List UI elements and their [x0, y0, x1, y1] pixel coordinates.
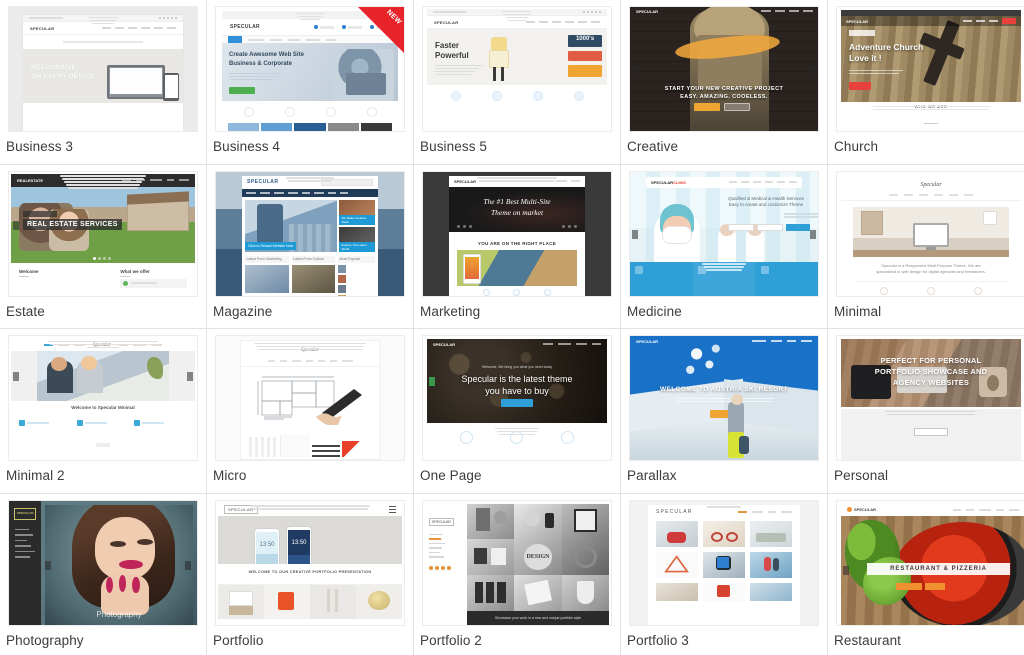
theme-thumbnail[interactable]: Specular Welcome to Specular Minimal: [8, 335, 198, 461]
theme-preview-image: SPECULAR Welcome. We bring you what you n…: [423, 336, 611, 460]
theme-title[interactable]: Business 3: [0, 132, 206, 155]
theme-thumbnail[interactable]: SPECULAR: [629, 499, 819, 626]
theme-title[interactable]: Photography: [0, 626, 206, 649]
theme-card[interactable]: REALESTATE REAL ESTATE SERVICES Welcome Wha…: [0, 164, 207, 329]
theme-preview-image: Specular Welcome to Specular Minimal: [9, 336, 197, 460]
theme-card[interactable]: START YOUR NEW CREATIVE PROJECT EASY. AMA…: [621, 0, 828, 165]
theme-card[interactable]: Specular Specular is a Responsive Multi-P…: [828, 164, 1024, 329]
theme-title[interactable]: Portfolio 3: [621, 626, 827, 649]
theme-preview-image: SPECULAR RESPONSIVE ON EVERY DEVICE: [9, 7, 197, 131]
theme-preview-image: SPECULAR WELCOME TO AUSTRIA SKI RESORT: [630, 336, 818, 460]
theme-title[interactable]: Marketing: [414, 297, 620, 320]
theme-thumbnail[interactable]: SPECULAR Faster Powerful 1000's: [422, 6, 612, 132]
theme-card[interactable]: SPECULAR RESPONSIVE ON EVERY DEVICE Busines…: [0, 0, 207, 165]
theme-preview-image: SPECULAR: [630, 500, 818, 625]
theme-thumbnail[interactable]: SPECULARAdventure ChurchLove it !WHO WE …: [836, 6, 1024, 132]
theme-thumbnail[interactable]: PERFECT FOR PERSONAL PORTFOLIO SHOWCASE A…: [836, 335, 1024, 461]
theme-preview-image: Specular Specular is a Responsive Multi-P…: [837, 171, 1024, 296]
theme-title[interactable]: Minimal 2: [0, 461, 206, 484]
theme-title[interactable]: Estate: [0, 297, 206, 320]
theme-card[interactable]: PERFECT FOR PERSONAL PORTFOLIO SHOWCASE A…: [828, 329, 1024, 494]
theme-card[interactable]: Specular Micro: [207, 329, 414, 494]
theme-thumbnail[interactable]: SPECULAR Create Awesome Web Site Business …: [215, 6, 405, 132]
theme-title[interactable]: Micro: [207, 461, 413, 484]
theme-card[interactable]: Specular Welcome to Specular Minimal Minim…: [0, 329, 207, 494]
theme-card[interactable]: SPECULAR Click to Reload Website Now We Ma…: [207, 164, 414, 329]
theme-title[interactable]: Church: [828, 132, 1024, 155]
theme-card[interactable]: SPECULAR The #1 Best Multi-Site Theme on m…: [414, 164, 621, 329]
theme-thumbnail[interactable]: REALESTATE REAL ESTATE SERVICES Welcome Wha…: [8, 170, 198, 297]
theme-preview-image: SPECULAR Create Awesome Web Site Business …: [216, 7, 404, 131]
theme-title[interactable]: Parallax: [621, 461, 827, 484]
theme-preview-image: SPECULAR Photography: [9, 500, 197, 625]
theme-title[interactable]: Magazine: [207, 297, 413, 320]
theme-thumbnail[interactable]: START YOUR NEW CREATIVE PROJECT EASY. AMA…: [629, 6, 819, 132]
theme-preview-image: SPECULARCLINIC Qualified & Medical & Heal…: [630, 171, 818, 296]
theme-title[interactable]: Business 4: [207, 132, 413, 155]
theme-preview-image: SPECULAR Faster Powerful 1000's: [423, 7, 611, 131]
theme-card[interactable]: SPECULARAdventure ChurchLove it !WHO WE …: [828, 0, 1024, 165]
theme-preview-image: REALESTATE REAL ESTATE SERVICES Welcome Wha…: [9, 171, 197, 296]
theme-card[interactable]: SPECULAR 13:50 13:50 WELCOME TO OUR CREATIV…: [207, 493, 414, 655]
theme-title[interactable]: Minimal: [828, 297, 1024, 320]
theme-thumbnail[interactable]: Specular Specular is a Responsive Multi-P…: [836, 170, 1024, 297]
theme-thumbnail[interactable]: SPECULAR The #1 Best Multi-Site Theme on m…: [422, 170, 612, 297]
theme-card[interactable]: SPECULAR DESIGN Showcase your work in a ne…: [414, 493, 621, 655]
theme-preview-image: SPECULAR The #1 Best Multi-Site Theme on m…: [423, 171, 611, 296]
theme-title[interactable]: Personal: [828, 461, 1024, 484]
theme-card[interactable]: SPECULAR Portfolio 3: [621, 493, 828, 655]
theme-preview-image: SPECULARAdventure ChurchLove it !WHO WE …: [837, 7, 1024, 131]
theme-title[interactable]: Restaurant: [828, 626, 1024, 649]
theme-card[interactable]: SPECULAR Photography Photography: [0, 493, 207, 655]
theme-card[interactable]: SPECULAR Faster Powerful 1000's Business 5: [414, 0, 621, 165]
theme-card[interactable]: SPECULARCLINIC Qualified & Medical & Heal…: [621, 164, 828, 329]
theme-gallery-grid: SPECULAR RESPONSIVE ON EVERY DEVICE Busines…: [0, 0, 1024, 655]
theme-preview-image: SPECULAR RESTAURANT & PIZZERIA: [837, 500, 1024, 625]
theme-title[interactable]: Medicine: [621, 297, 827, 320]
theme-title[interactable]: Portfolio 2: [414, 626, 620, 649]
theme-thumbnail[interactable]: SPECULAR Photography: [8, 499, 198, 626]
theme-card[interactable]: SPECULAR Create Awesome Web Site Business …: [207, 0, 414, 165]
theme-thumbnail[interactable]: SPECULAR Click to Reload Website Now We Ma…: [215, 170, 405, 297]
theme-preview-image: Specular: [216, 336, 404, 460]
theme-title[interactable]: Creative: [621, 132, 827, 155]
theme-card[interactable]: SPECULAR WELCOME TO AUSTRIA SKI RESORT Par…: [621, 329, 828, 494]
theme-thumbnail[interactable]: SPECULAR WELCOME TO AUSTRIA SKI RESORT: [629, 335, 819, 461]
theme-card[interactable]: SPECULAR RESTAURANT & PIZZERIA Restaurant: [828, 493, 1024, 655]
theme-thumbnail[interactable]: SPECULAR RESTAURANT & PIZZERIA: [836, 499, 1024, 626]
theme-thumbnail[interactable]: Specular: [215, 335, 405, 461]
theme-title[interactable]: One Page: [414, 461, 620, 484]
theme-preview-image: SPECULAR 13:50 13:50 WELCOME TO OUR CREATIV…: [216, 500, 404, 625]
theme-thumbnail[interactable]: SPECULARCLINIC Qualified & Medical & Heal…: [629, 170, 819, 297]
theme-preview-image: PERFECT FOR PERSONAL PORTFOLIO SHOWCASE A…: [837, 336, 1024, 460]
theme-thumbnail[interactable]: SPECULAR 13:50 13:50 WELCOME TO OUR CREATIV…: [215, 499, 405, 626]
theme-thumbnail[interactable]: SPECULAR DESIGN Showcase your work in a ne…: [422, 499, 612, 626]
theme-thumbnail[interactable]: SPECULAR RESPONSIVE ON EVERY DEVICE: [8, 6, 198, 132]
theme-preview-image: SPECULAR DESIGN Showcase your work in a ne…: [423, 500, 611, 625]
theme-card[interactable]: SPECULAR Welcome. We bring you what you n…: [414, 329, 621, 494]
theme-thumbnail[interactable]: SPECULAR Welcome. We bring you what you n…: [422, 335, 612, 461]
theme-preview-image: START YOUR NEW CREATIVE PROJECT EASY. AMA…: [630, 7, 818, 131]
theme-preview-image: SPECULAR Click to Reload Website Now We Ma…: [216, 171, 404, 296]
theme-title[interactable]: Portfolio: [207, 626, 413, 649]
theme-title[interactable]: Business 5: [414, 132, 620, 155]
